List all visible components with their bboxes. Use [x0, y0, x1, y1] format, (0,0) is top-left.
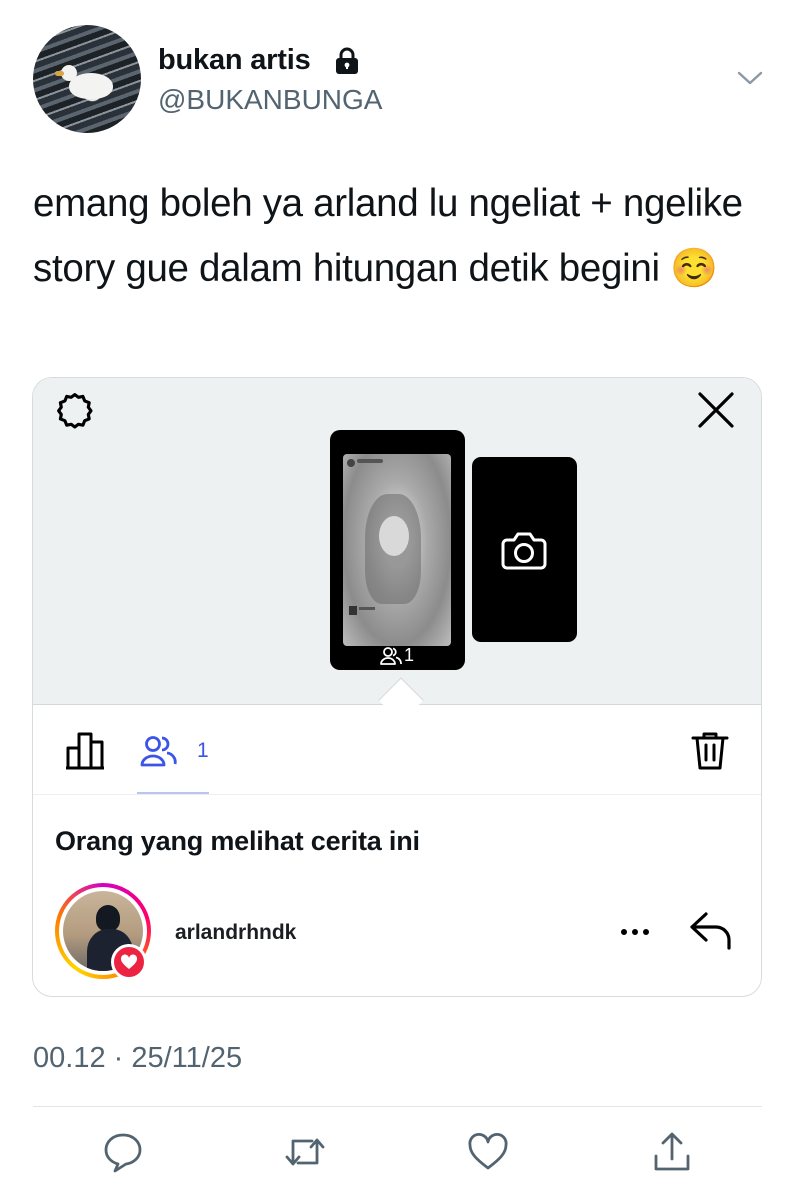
viewers-icon: [140, 736, 177, 767]
tweet-text: emang boleh ya arland lu ngeliat + ngeli…: [33, 182, 743, 290]
camera-icon: [501, 532, 547, 570]
user-handle[interactable]: @BUKANBUNGA: [158, 84, 382, 116]
trash-icon[interactable]: [691, 731, 729, 771]
lock-icon: [336, 47, 358, 74]
avatar-duck-beak: [55, 71, 64, 76]
story-mini-username: [357, 459, 383, 463]
story-toolbar: 1: [33, 705, 761, 795]
viewers-icon: [380, 647, 402, 665]
liked-badge: [111, 944, 147, 980]
viewer-avatar-head: [96, 905, 120, 931]
viewers-list-heading: Orang yang melihat cerita ini: [55, 826, 420, 856]
divider: [33, 1106, 762, 1107]
like-icon[interactable]: [467, 1131, 509, 1173]
settings-icon[interactable]: [55, 391, 95, 431]
attached-image[interactable]: 1 1 Orang yang melihat cerita ini arland…: [32, 377, 762, 997]
story-sticker-text: [359, 607, 375, 610]
story-music-sticker: [349, 606, 357, 615]
share-icon[interactable]: [651, 1131, 693, 1173]
story-viewer-count-value: 1: [404, 645, 415, 665]
story-mini-avatar: [347, 459, 355, 467]
story-preview-area: 1: [33, 378, 761, 705]
story-viewer-count: 1: [380, 645, 420, 665]
display-name[interactable]: bukan artis: [158, 44, 311, 77]
retweet-icon[interactable]: [284, 1131, 326, 1173]
profile-avatar[interactable]: [33, 25, 141, 133]
insights-icon[interactable]: [64, 730, 106, 770]
viewer-row[interactable]: arlandrhndk: [33, 883, 761, 980]
reply-icon[interactable]: [689, 910, 733, 950]
story-thumbnail[interactable]: 1: [330, 430, 465, 670]
story-image: [343, 454, 451, 646]
tweet-timestamp[interactable]: 00.12 · 25/11/25: [33, 1042, 242, 1075]
viewers-tab-count: 1: [197, 739, 209, 762]
viewer-username[interactable]: arlandrhndk: [175, 921, 296, 945]
close-icon[interactable]: [696, 390, 736, 430]
heart-icon: [120, 954, 138, 969]
more-icon[interactable]: [619, 927, 651, 937]
chevron-down-icon[interactable]: [736, 68, 764, 88]
viewers-tab[interactable]: 1: [137, 721, 209, 794]
add-story-card[interactable]: [472, 457, 577, 642]
reply-icon[interactable]: [102, 1131, 144, 1173]
story-person-face: [379, 516, 409, 556]
